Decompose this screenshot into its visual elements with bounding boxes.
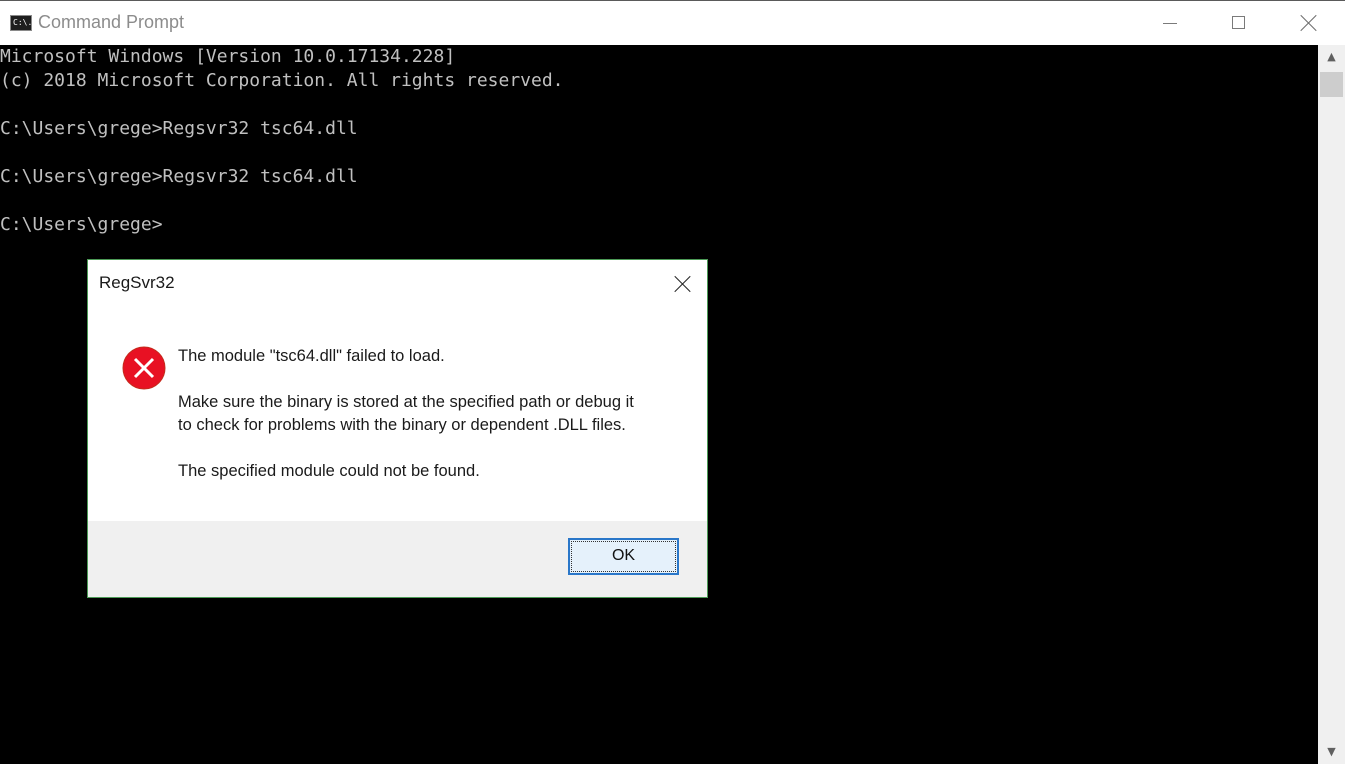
- console-line: (c) 2018 Microsoft Corporation. All righ…: [0, 70, 564, 91]
- error-message-detail: Make sure the binary is stored at the sp…: [178, 391, 634, 437]
- vertical-scrollbar[interactable]: ▲ ▼: [1318, 45, 1345, 764]
- error-message-detail-line1: Make sure the binary is stored at the sp…: [178, 393, 634, 411]
- minimize-button[interactable]: [1135, 1, 1205, 45]
- scroll-up-arrow-icon[interactable]: ▲: [1318, 47, 1345, 67]
- console-prompt-line: C:\Users\grege>: [0, 214, 163, 235]
- ok-button[interactable]: OK: [568, 538, 679, 575]
- close-icon: [1300, 14, 1318, 32]
- error-icon: [122, 346, 166, 390]
- close-button[interactable]: [1274, 1, 1344, 45]
- error-dialog: RegSvr32 The module "tsc64.dll" failed t…: [87, 259, 708, 598]
- maximize-icon: [1232, 16, 1245, 29]
- minimize-icon: [1163, 23, 1177, 24]
- dialog-title: RegSvr32: [99, 273, 175, 292]
- scroll-thumb[interactable]: [1320, 72, 1343, 97]
- error-message-detail-line2: to check for problems with the binary or…: [178, 416, 626, 434]
- dialog-close-button[interactable]: [664, 266, 702, 302]
- console-app-icon: C:\.: [10, 15, 32, 31]
- dialog-footer: OK: [88, 521, 707, 597]
- error-message-title: The module "tsc64.dll" failed to load.: [178, 347, 445, 365]
- console-line: C:\Users\grege>Regsvr32 tsc64.dll: [0, 166, 358, 187]
- console-line: Microsoft Windows [Version 10.0.17134.22…: [0, 46, 456, 67]
- close-icon: [674, 275, 692, 293]
- window-title: Command Prompt: [38, 12, 185, 32]
- maximize-button[interactable]: [1204, 1, 1274, 45]
- title-bar[interactable]: C:\. Command Prompt: [0, 0, 1349, 45]
- error-message-reason: The specified module could not be found.: [178, 462, 480, 480]
- scroll-down-arrow-icon[interactable]: ▼: [1318, 742, 1345, 762]
- console-line: C:\Users\grege>Regsvr32 tsc64.dll: [0, 118, 358, 139]
- command-prompt-window: C:\. Command Prompt Microsoft Windows [V…: [0, 0, 1349, 764]
- window-edge: [1345, 0, 1349, 764]
